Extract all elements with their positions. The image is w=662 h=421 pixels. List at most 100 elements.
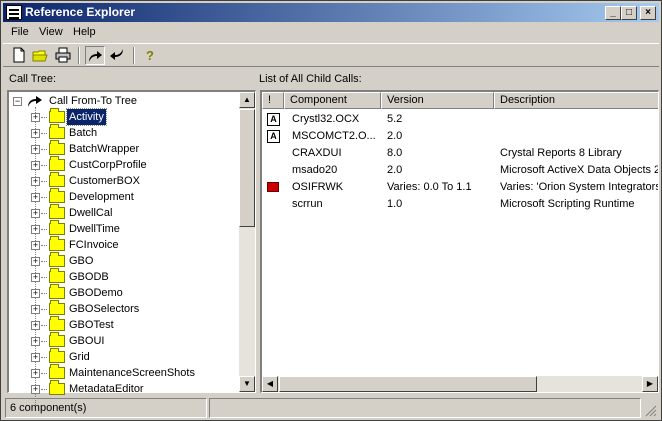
main-window: Reference Explorer _ □ × File View Help — [0, 0, 662, 421]
list-row[interactable]: OSIFRWK Varies: 0.0 To 1.1 Varies: 'Orion … — [262, 179, 658, 196]
menu-view[interactable]: View — [39, 26, 63, 38]
cell-version: 2.0 — [387, 164, 403, 176]
expand-toggle[interactable]: + — [31, 193, 40, 202]
expand-toggle[interactable]: + — [31, 353, 40, 362]
expand-toggle[interactable]: + — [31, 129, 40, 138]
call-tree[interactable]: − Call From-To Tree + Activity + Batch + BatchW… — [7, 90, 256, 405]
tree-item[interactable]: + GBO — [9, 252, 237, 269]
list-row[interactable]: A Crystl32.OCX 5.2 — [262, 111, 658, 128]
tree-item[interactable]: + DwellCal — [9, 204, 237, 221]
tree-item[interactable]: + Development — [9, 188, 237, 205]
expand-toggle[interactable]: + — [31, 321, 40, 330]
tree-item-label: GBO — [69, 255, 94, 267]
expand-toggle[interactable]: + — [31, 369, 40, 378]
tree-item[interactable]: + CustCorpProfile — [9, 156, 237, 173]
expand-toggle[interactable]: + — [31, 145, 40, 154]
tree-item-label: Activity — [66, 108, 107, 126]
expand-toggle[interactable]: + — [31, 337, 40, 346]
tree-vertical-scrollbar[interactable]: ▲ ▼ — [239, 92, 255, 392]
tree-item-label: Batch — [69, 127, 98, 139]
print-button[interactable] — [53, 46, 73, 65]
expand-toggle[interactable]: + — [31, 289, 40, 298]
help-button[interactable]: ? — [140, 46, 160, 65]
list-horizontal-scrollbar[interactable]: ◀ ▶ — [262, 376, 658, 392]
list-row[interactable]: scrrun 1.0 Microsoft Scripting Runtime — [262, 196, 658, 213]
scroll-up-button[interactable]: ▲ — [239, 92, 255, 108]
maximize-button[interactable]: □ — [621, 6, 637, 20]
expand-toggle[interactable]: + — [31, 241, 40, 250]
tree-branch-line — [41, 293, 47, 294]
expand-toggle[interactable]: + — [31, 161, 40, 170]
expand-toggle[interactable]: + — [31, 113, 40, 122]
scroll-left-button[interactable]: ◀ — [262, 376, 278, 392]
menu-help[interactable]: Help — [73, 26, 96, 38]
folder-icon — [49, 204, 65, 219]
tree-item-label: Grid — [69, 351, 90, 363]
call-to-button[interactable] — [108, 46, 128, 65]
toolbar-separator — [78, 47, 80, 64]
tree-item[interactable]: + GBODemo — [9, 284, 237, 301]
column-header-description[interactable]: Description — [494, 92, 658, 109]
expand-toggle[interactable]: + — [31, 225, 40, 234]
tree-item[interactable]: + Batch — [9, 124, 237, 141]
expand-toggle[interactable]: + — [31, 273, 40, 282]
folder-icon — [49, 332, 65, 347]
expand-toggle[interactable]: + — [31, 385, 40, 394]
horizontal-scroll-thumb[interactable] — [279, 376, 537, 392]
tree-item[interactable]: + CustomerBOX — [9, 172, 237, 189]
tree-item[interactable]: + MaintenanceScreenShots — [9, 364, 237, 381]
list-row[interactable]: msado20 2.0 Microsoft ActiveX Data Objects… — [262, 162, 658, 179]
list-row[interactable]: CRAXDUI 8.0 Crystal Reports 8 Library — [262, 145, 658, 162]
tree-branch-line — [41, 133, 47, 134]
tree-item-label: FCInvoice — [69, 239, 119, 251]
column-header-flag[interactable]: ! — [262, 92, 284, 109]
tree-item[interactable]: + Grid — [9, 348, 237, 365]
expand-toggle[interactable]: + — [31, 257, 40, 266]
child-calls-list[interactable]: ! Component Version Description A Crystl3… — [260, 90, 659, 393]
tree-item-label: DwellCal — [69, 207, 113, 219]
tree-root[interactable]: − Call From-To Tree — [9, 93, 237, 109]
scroll-thumb[interactable] — [239, 109, 255, 227]
new-icon — [13, 47, 25, 63]
tree-item[interactable]: + GBOSelectors — [9, 300, 237, 317]
menu-file[interactable]: File — [11, 26, 29, 38]
tree-item-label: CustCorpProfile — [69, 159, 147, 171]
close-button[interactable]: × — [640, 6, 656, 20]
tree-item[interactable]: + MetadataEditor — [9, 380, 237, 397]
cell-version: 2.0 — [387, 130, 403, 142]
folder-icon — [49, 268, 65, 283]
tree-item[interactable]: + DwellTime — [9, 220, 237, 237]
column-header-component[interactable]: Component — [284, 92, 381, 109]
scroll-right-button[interactable]: ▶ — [642, 376, 658, 392]
tree-item[interactable]: + FCInvoice — [9, 236, 237, 253]
tree-branch-line — [41, 213, 47, 214]
tree-item[interactable]: + Activity — [9, 108, 237, 126]
minimize-button[interactable]: _ — [605, 6, 621, 20]
tree-branch-line — [41, 245, 47, 246]
folder-icon — [49, 140, 65, 155]
new-button[interactable] — [9, 46, 29, 65]
column-header-version[interactable]: Version — [381, 92, 494, 109]
scroll-down-button[interactable]: ▼ — [239, 376, 255, 392]
collapse-toggle[interactable]: − — [13, 97, 22, 106]
tree-branch-line — [41, 373, 47, 374]
tree-item[interactable]: + GBOUI — [9, 332, 237, 349]
tree-item-label: BatchWrapper — [69, 143, 140, 155]
open-button[interactable] — [30, 46, 50, 65]
call-from-button[interactable] — [85, 46, 105, 65]
resize-grip-icon[interactable] — [645, 405, 657, 417]
tree-item[interactable]: + BatchWrapper — [9, 140, 237, 157]
expand-toggle[interactable]: + — [31, 177, 40, 186]
cell-component: msado20 — [292, 164, 338, 176]
tree-branch-line — [41, 341, 47, 342]
title-bar[interactable]: Reference Explorer _ □ × — [3, 3, 659, 22]
list-row[interactable]: A MSCOMCT2.O... 2.0 — [262, 128, 658, 145]
folder-icon — [49, 124, 65, 139]
status-component-count: 6 component(s) — [5, 398, 207, 418]
expand-toggle[interactable]: + — [31, 305, 40, 314]
tree-branch-line — [41, 149, 47, 150]
tree-item[interactable]: + GBOTest — [9, 316, 237, 333]
svg-text:?: ? — [146, 48, 154, 63]
expand-toggle[interactable]: + — [31, 209, 40, 218]
tree-item[interactable]: + GBODB — [9, 268, 237, 285]
